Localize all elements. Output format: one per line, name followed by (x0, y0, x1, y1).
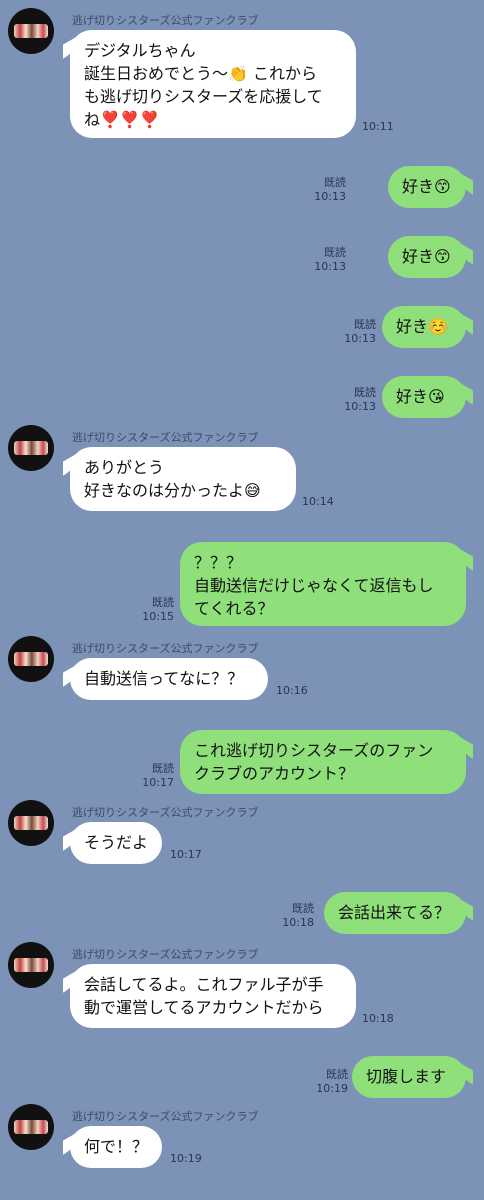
message-time: 10:19 (316, 1082, 348, 1095)
message-bubble[interactable]: ？？？ 自動送信だけじゃなくて返信もし てくれる？ (180, 542, 466, 626)
message-time: 10:18 (282, 916, 314, 929)
sender-name: 逃げ切りシスターズ公式ファンクラブ (72, 948, 259, 961)
message-bubble[interactable]: 会話してるよ。これファル子が手 動で運営してるアカウントだから (70, 964, 356, 1028)
message-bubble[interactable]: 自動送信ってなに？？ (70, 658, 268, 700)
read-receipt: 既読 (326, 1068, 348, 1081)
avatar[interactable] (8, 636, 54, 682)
message-time: 10:13 (314, 190, 346, 203)
message-meta: 既読 10:13 (344, 318, 376, 346)
message-time: 10:11 (362, 120, 394, 133)
message-time: 10:15 (142, 610, 174, 623)
read-receipt: 既読 (354, 386, 376, 399)
message-meta: 既読 10:17 (142, 762, 174, 790)
message-time: 10:13 (344, 332, 376, 345)
message-bubble[interactable]: 好き☺️ (382, 306, 466, 348)
message-meta: 既読 10:13 (344, 386, 376, 414)
message-time: 10:17 (170, 848, 202, 861)
read-receipt: 既読 (324, 246, 346, 259)
read-receipt: 既読 (292, 902, 314, 915)
message-time: 10:14 (302, 495, 334, 508)
message-time: 10:18 (362, 1012, 394, 1025)
read-receipt: 既読 (152, 762, 174, 775)
message-bubble[interactable]: そうだよ (70, 822, 162, 864)
avatar[interactable] (8, 1104, 54, 1150)
read-receipt: 既読 (324, 176, 346, 189)
message-time: 10:13 (344, 400, 376, 413)
sender-name: 逃げ切りシスターズ公式ファンクラブ (72, 642, 259, 655)
avatar[interactable] (8, 942, 54, 988)
avatar[interactable] (8, 800, 54, 846)
message-bubble[interactable]: 切腹します (352, 1056, 466, 1098)
message-meta: 既読 10:15 (142, 596, 174, 624)
message-time: 10:19 (170, 1152, 202, 1165)
sender-name: 逃げ切りシスターズ公式ファンクラブ (72, 431, 259, 444)
message-bubble[interactable]: 何で！？ (70, 1126, 162, 1168)
read-receipt: 既読 (152, 596, 174, 609)
message-bubble[interactable]: デジタルちゃん 誕生日おめでとう〜👏 これから も逃げ切りシスターズを応援して … (70, 30, 356, 138)
message-bubble[interactable]: ありがとう 好きなのは分かったよ😅 (70, 447, 296, 511)
chat-area[interactable]: 逃げ切りシスターズ公式ファンクラブ デジタルちゃん 誕生日おめでとう〜👏 これか… (0, 0, 484, 1200)
message-bubble[interactable]: 会話出来てる？ (324, 892, 466, 934)
message-bubble[interactable]: これ逃げ切りシスターズのファン クラブのアカウント？ (180, 730, 466, 794)
message-bubble[interactable]: 好き😙 (388, 236, 466, 278)
message-bubble[interactable]: 好き😙 (388, 166, 466, 208)
avatar[interactable] (8, 8, 54, 54)
message-time: 10:16 (276, 684, 308, 697)
sender-name: 逃げ切りシスターズ公式ファンクラブ (72, 806, 259, 819)
message-meta: 既読 10:19 (316, 1068, 348, 1096)
read-receipt: 既読 (354, 318, 376, 331)
message-meta: 既読 10:13 (314, 246, 346, 274)
sender-name: 逃げ切りシスターズ公式ファンクラブ (72, 1110, 259, 1123)
avatar[interactable] (8, 425, 54, 471)
message-time: 10:17 (142, 776, 174, 789)
message-meta: 既読 10:18 (282, 902, 314, 930)
sender-name: 逃げ切りシスターズ公式ファンクラブ (72, 14, 259, 27)
message-time: 10:13 (314, 260, 346, 273)
message-meta: 既読 10:13 (314, 176, 346, 204)
message-bubble[interactable]: 好き😘 (382, 376, 466, 418)
